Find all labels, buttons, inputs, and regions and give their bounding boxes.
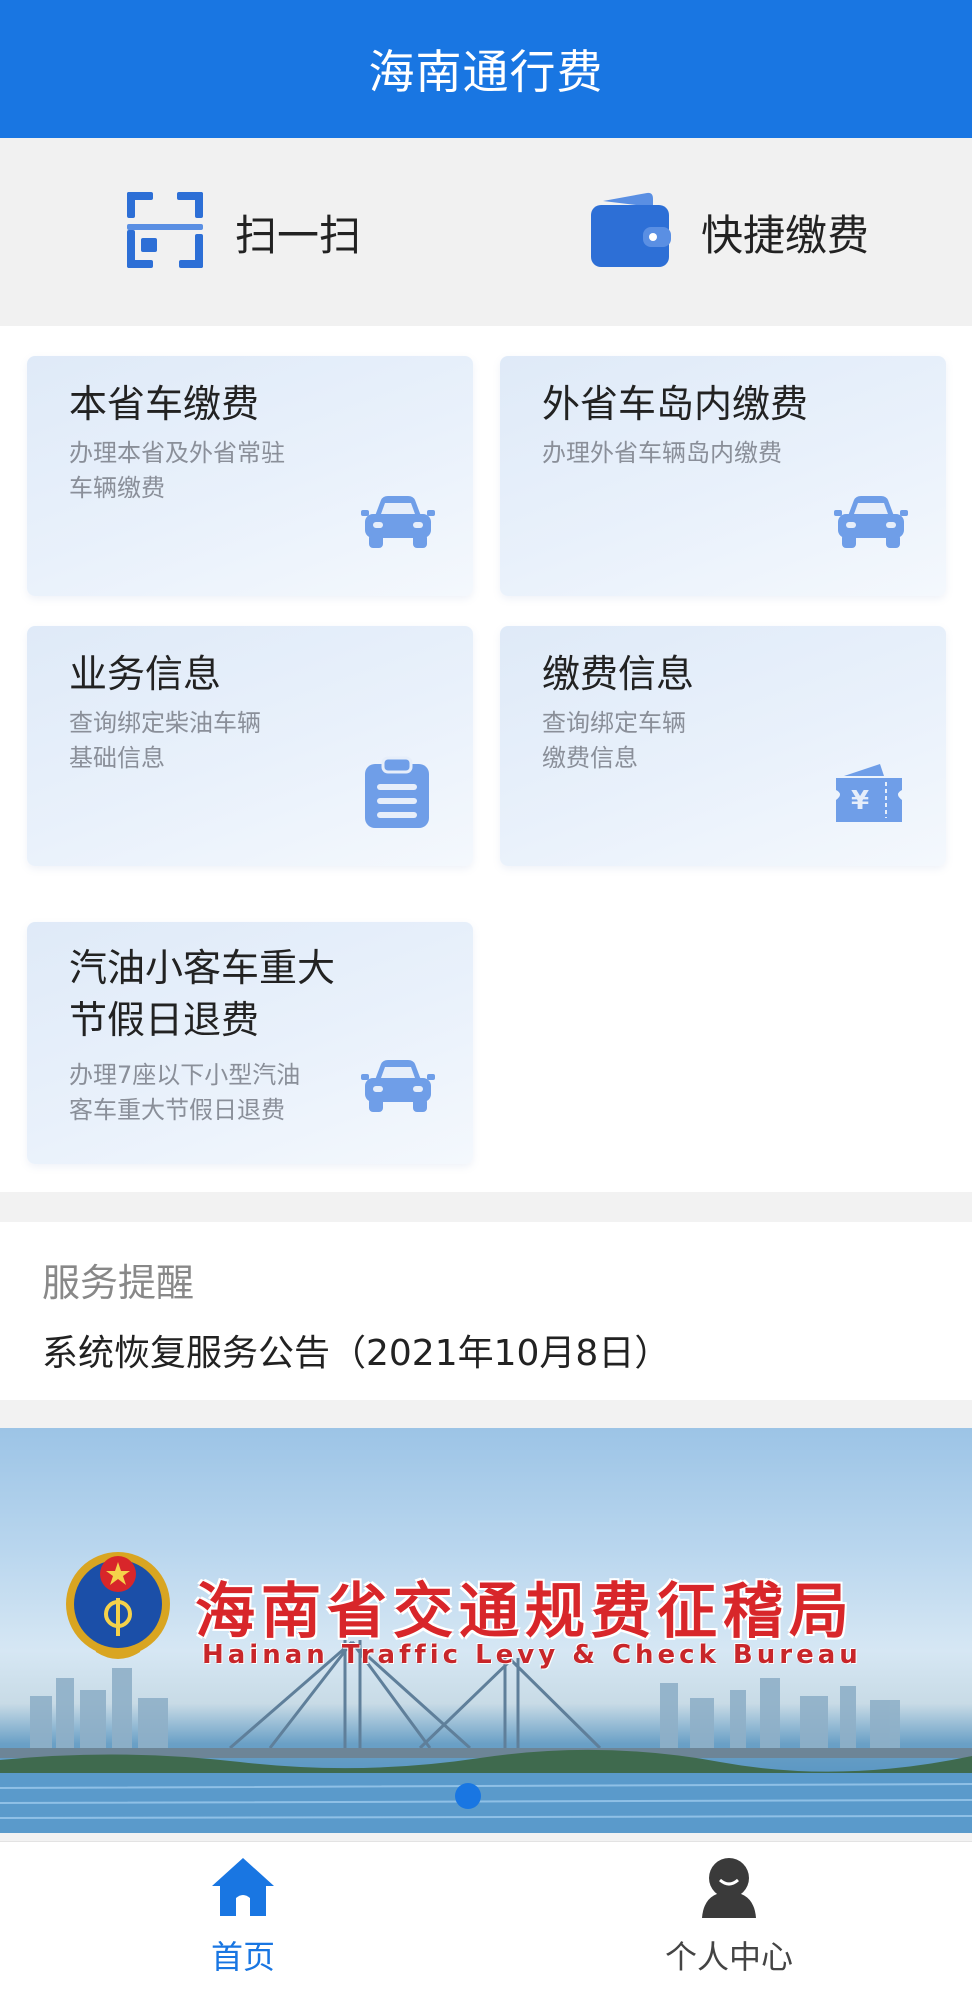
card-desc-line-2: 车辆缴费 [69,474,165,502]
tab-home[interactable]: 首页 [0,1842,486,1989]
card-title: 本省车缴费 [69,382,260,426]
car-icon [361,492,435,556]
card-local-vehicle-payment[interactable]: 本省车缴费 办理本省及外省常驻 车辆缴费 [27,356,473,596]
carousel-indicator-dot[interactable] [455,1783,481,1809]
tab-personal-center-label: 个人中心 [664,1938,793,1976]
app-header: 海南通行费 [0,0,972,138]
scan-button[interactable]: 扫一扫 [0,138,486,326]
notice-title: 服务提醒 [42,1261,195,1305]
page-title: 海南通行费 [368,45,604,99]
car-icon [834,492,908,556]
card-desc-line-1: 办理本省及外省常驻 [69,439,285,467]
card-holiday-refund[interactable]: 汽油小客车重大 节假日退费 办理7座以下小型汽油 客车重大节假日退费 [27,922,473,1164]
notice-item-link[interactable]: 系统恢复服务公告（2021年10月8日） [42,1324,670,1376]
card-out-of-province-payment[interactable]: 外省车岛内缴费 办理外省车辆岛内缴费 [500,356,946,596]
svg-text:¥: ¥ [851,786,869,816]
tab-personal-center[interactable]: 个人中心 [486,1842,972,1989]
card-desc-line-1: 办理外省车辆岛内缴费 [542,439,782,467]
card-desc-line-2: 缴费信息 [542,744,638,772]
card-title: 缴费信息 [542,652,695,696]
wallet-icon [589,191,671,273]
service-cards: 本省车缴费 办理本省及外省常驻 车辆缴费 外省车岛内缴费 办理外省车辆岛内缴费 [0,326,972,1192]
card-desc-line-2: 基础信息 [69,744,165,772]
user-icon [696,1856,762,1922]
card-title: 业务信息 [69,652,222,696]
quick-action-bar: 扫一扫 快捷缴费 [0,138,972,326]
card-desc-line-1: 查询绑定车辆 [542,709,686,737]
banner-carousel[interactable]: 海南省交通规费征稽局 Hainan Traffic Levy & Check B… [0,1428,972,1833]
car-icon [361,1056,435,1120]
ticket-yuan-icon: ¥ [834,762,904,828]
card-title-line-1: 汽油小客车重大 [69,946,336,990]
clipboard-icon [363,756,431,834]
card-title-line-2: 节假日退费 [69,998,260,1042]
card-desc-line-1: 查询绑定柴油车辆 [69,709,261,737]
quick-pay-button[interactable]: 快捷缴费 [486,138,972,326]
tab-home-label: 首页 [210,1938,275,1976]
card-desc-line-2: 客车重大节假日退费 [69,1096,285,1124]
service-notice: 服务提醒 系统恢复服务公告（2021年10月8日） [0,1222,972,1400]
banner-title-en: Hainan Traffic Levy & Check Bureau [202,1640,862,1670]
card-payment-info[interactable]: 缴费信息 查询绑定车辆 缴费信息 ¥ [500,626,946,866]
bureau-emblem [66,1552,170,1659]
card-business-info[interactable]: 业务信息 查询绑定柴油车辆 基础信息 [27,626,473,866]
quick-pay-label: 快捷缴费 [700,210,869,260]
scan-icon [125,190,205,274]
card-desc-line-1: 办理7座以下小型汽油 [69,1061,301,1089]
card-title: 外省车岛内缴费 [542,382,809,426]
scan-label: 扫一扫 [234,210,361,260]
banner-title-cn: 海南省交通规费征稽局 [195,1577,855,1647]
home-icon [210,1856,276,1922]
bottom-tab-bar: 首页 个人中心 [0,1841,972,1989]
